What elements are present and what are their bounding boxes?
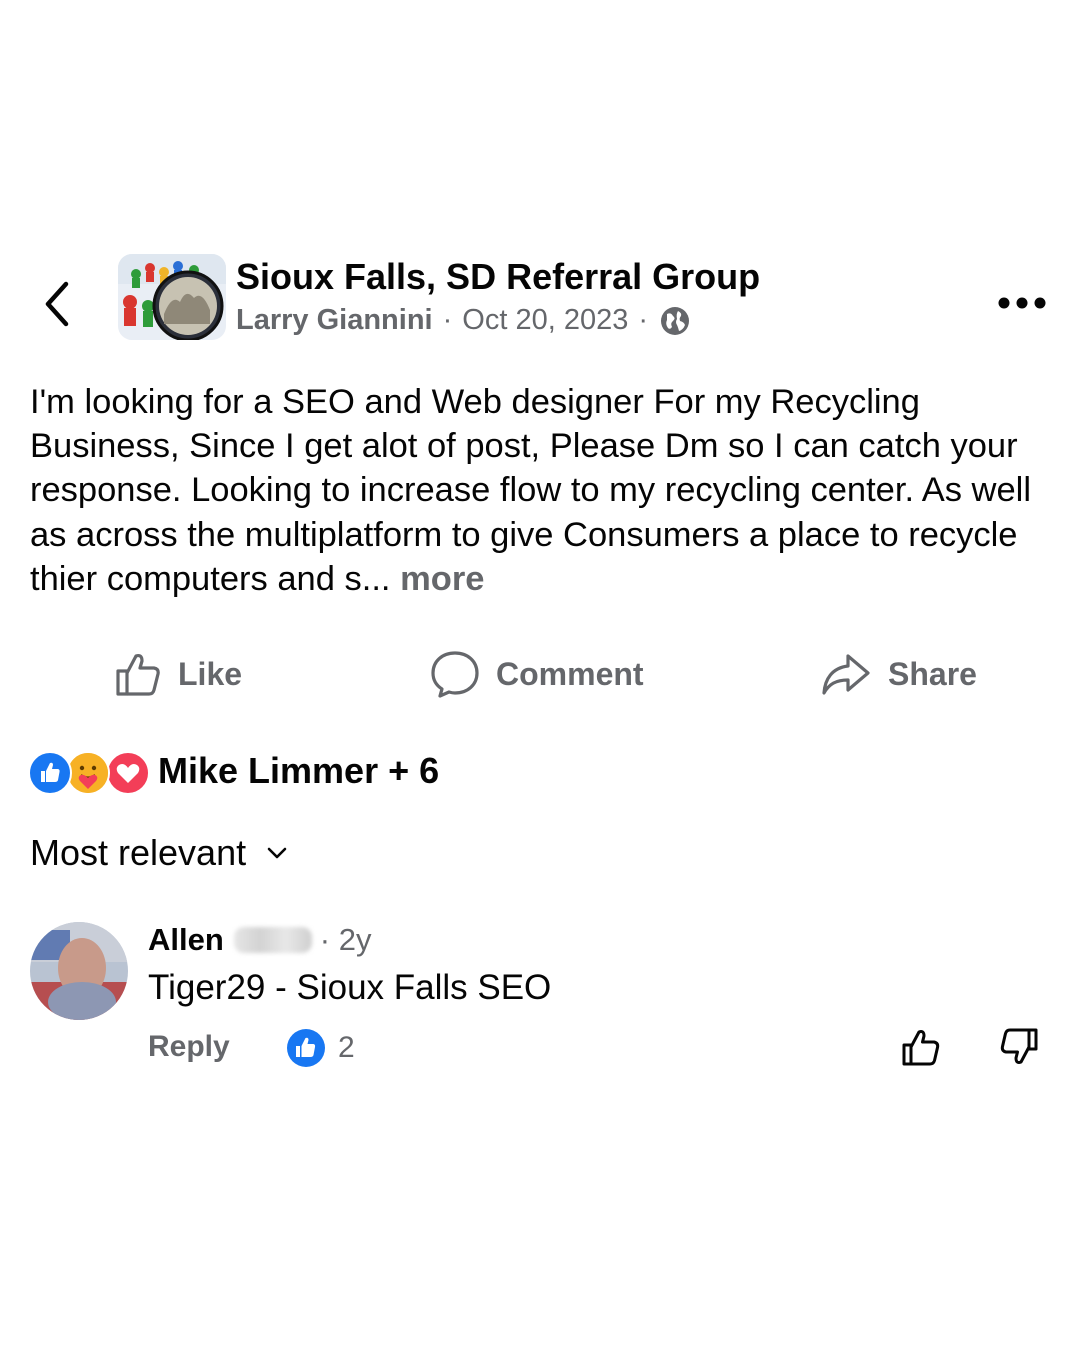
thumbs-up-icon xyxy=(902,1030,940,1066)
group-name[interactable]: Sioux Falls, SD Referral Group xyxy=(236,256,760,298)
share-button[interactable]: Share xyxy=(820,644,977,704)
chevron-left-icon xyxy=(45,281,69,327)
comment-text: Tiger29 - Sioux Falls SEO xyxy=(148,968,552,1007)
reaction-icons xyxy=(28,749,152,795)
comment-label: Comment xyxy=(496,655,644,692)
chevron-down-icon xyxy=(267,847,287,859)
globe-icon xyxy=(660,306,690,336)
comment-header: Allen · 2y xyxy=(148,918,371,962)
comment-upvote-button[interactable] xyxy=(900,1026,942,1068)
reply-button[interactable]: Reply xyxy=(148,1030,230,1064)
post-text: I'm looking for a SEO and Web designer F… xyxy=(30,380,1060,601)
more-options-button[interactable] xyxy=(996,288,1048,318)
comment-like-number: 2 xyxy=(338,1031,355,1064)
redacted-surname xyxy=(233,927,312,953)
comment-time: · 2y xyxy=(319,922,372,957)
reactions-summary[interactable]: Mike Limmer + 6 xyxy=(28,748,440,795)
group-avatar[interactable] xyxy=(118,254,226,340)
comment-sort-dropdown[interactable]: Most relevant xyxy=(30,832,288,874)
comment-bubble-icon xyxy=(431,651,479,698)
like-badge-icon xyxy=(287,1029,325,1067)
like-button[interactable]: Like xyxy=(114,644,242,704)
like-label: Like xyxy=(178,655,243,692)
comment-like-count[interactable]: 2 xyxy=(286,1028,355,1068)
sort-label: Most relevant xyxy=(30,832,247,873)
comment-downvote-button[interactable] xyxy=(998,1026,1040,1068)
meta-separator: · xyxy=(638,304,649,336)
post-body: I'm looking for a SEO and Web designer F… xyxy=(30,383,1031,598)
love-reaction-icon xyxy=(106,751,150,795)
thumbs-down-icon xyxy=(1000,1028,1038,1064)
commenter-avatar[interactable] xyxy=(30,922,128,1020)
care-reaction-icon xyxy=(66,751,110,795)
share-arrow-icon xyxy=(822,654,870,695)
see-more-link[interactable]: more xyxy=(400,560,484,598)
author-name[interactable]: Larry Giannini xyxy=(236,304,433,337)
post-date[interactable]: Oct 20, 2023 xyxy=(462,304,628,337)
more-dots-icon xyxy=(998,297,1046,309)
back-button[interactable] xyxy=(38,278,78,330)
like-reaction-icon xyxy=(28,751,72,795)
thumbs-up-icon xyxy=(116,653,160,696)
meta-separator: · xyxy=(442,304,453,336)
comment-button[interactable]: Comment xyxy=(430,644,644,704)
post-meta: Larry Giannini · Oct 20, 2023 · xyxy=(236,304,690,337)
commenter-name[interactable]: Allen xyxy=(148,922,224,958)
share-label: Share xyxy=(888,655,977,692)
reaction-names: Mike Limmer + 6 xyxy=(158,750,440,791)
